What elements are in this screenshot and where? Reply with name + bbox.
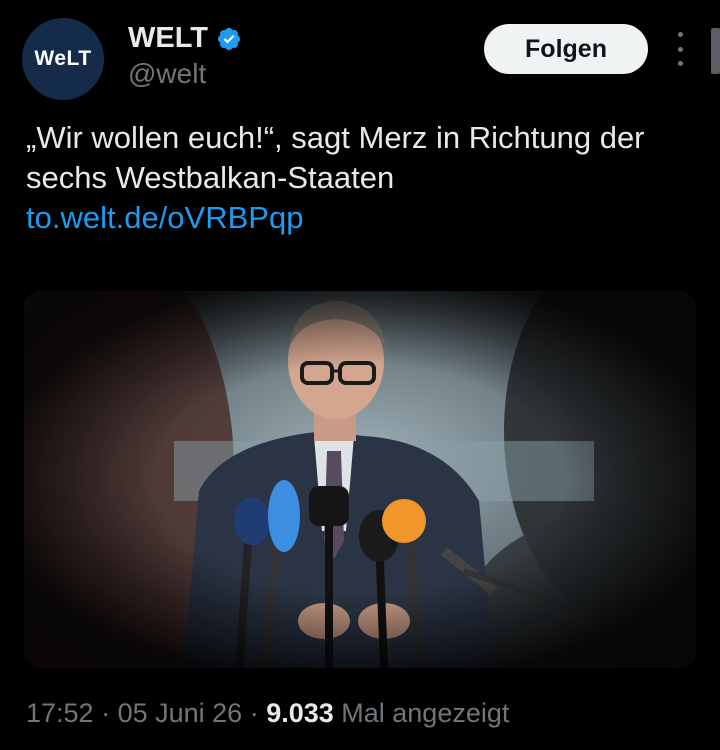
more-options-icon[interactable] [670,32,690,66]
views-count[interactable]: 9.033 [266,698,334,728]
follow-button[interactable]: Folgen [484,24,648,74]
user-handle[interactable]: @welt [128,58,206,90]
tweet-date[interactable]: 05 Juni 26 [118,698,243,728]
meta-separator: · [242,698,267,728]
tweet-link[interactable]: to.welt.de/oVRBPqp [26,198,706,238]
tweet-text: „Wir wollen euch!“, sagt Merz in Richtun… [26,118,706,238]
tweet-image[interactable] [24,291,696,668]
tweet-header: WeLT WELT @welt Folgen [0,0,720,110]
scrollbar[interactable] [711,28,720,74]
author-name-row: WELT [128,22,242,55]
press-conference-photo [24,291,696,668]
tweet-body: „Wir wollen euch!“, sagt Merz in Richtun… [26,120,645,195]
verified-badge-icon [216,26,242,52]
display-name[interactable]: WELT [128,22,208,55]
tweet-meta: 17:52 · 05 Juni 26 · 9.033 Mal angezeigt [26,698,509,729]
meta-separator: · [93,698,118,728]
views-label: Mal angezeigt [333,698,510,728]
avatar[interactable]: WeLT [22,18,104,100]
tweet-time[interactable]: 17:52 [26,698,94,728]
avatar-logo-text: WeLT [34,47,92,70]
